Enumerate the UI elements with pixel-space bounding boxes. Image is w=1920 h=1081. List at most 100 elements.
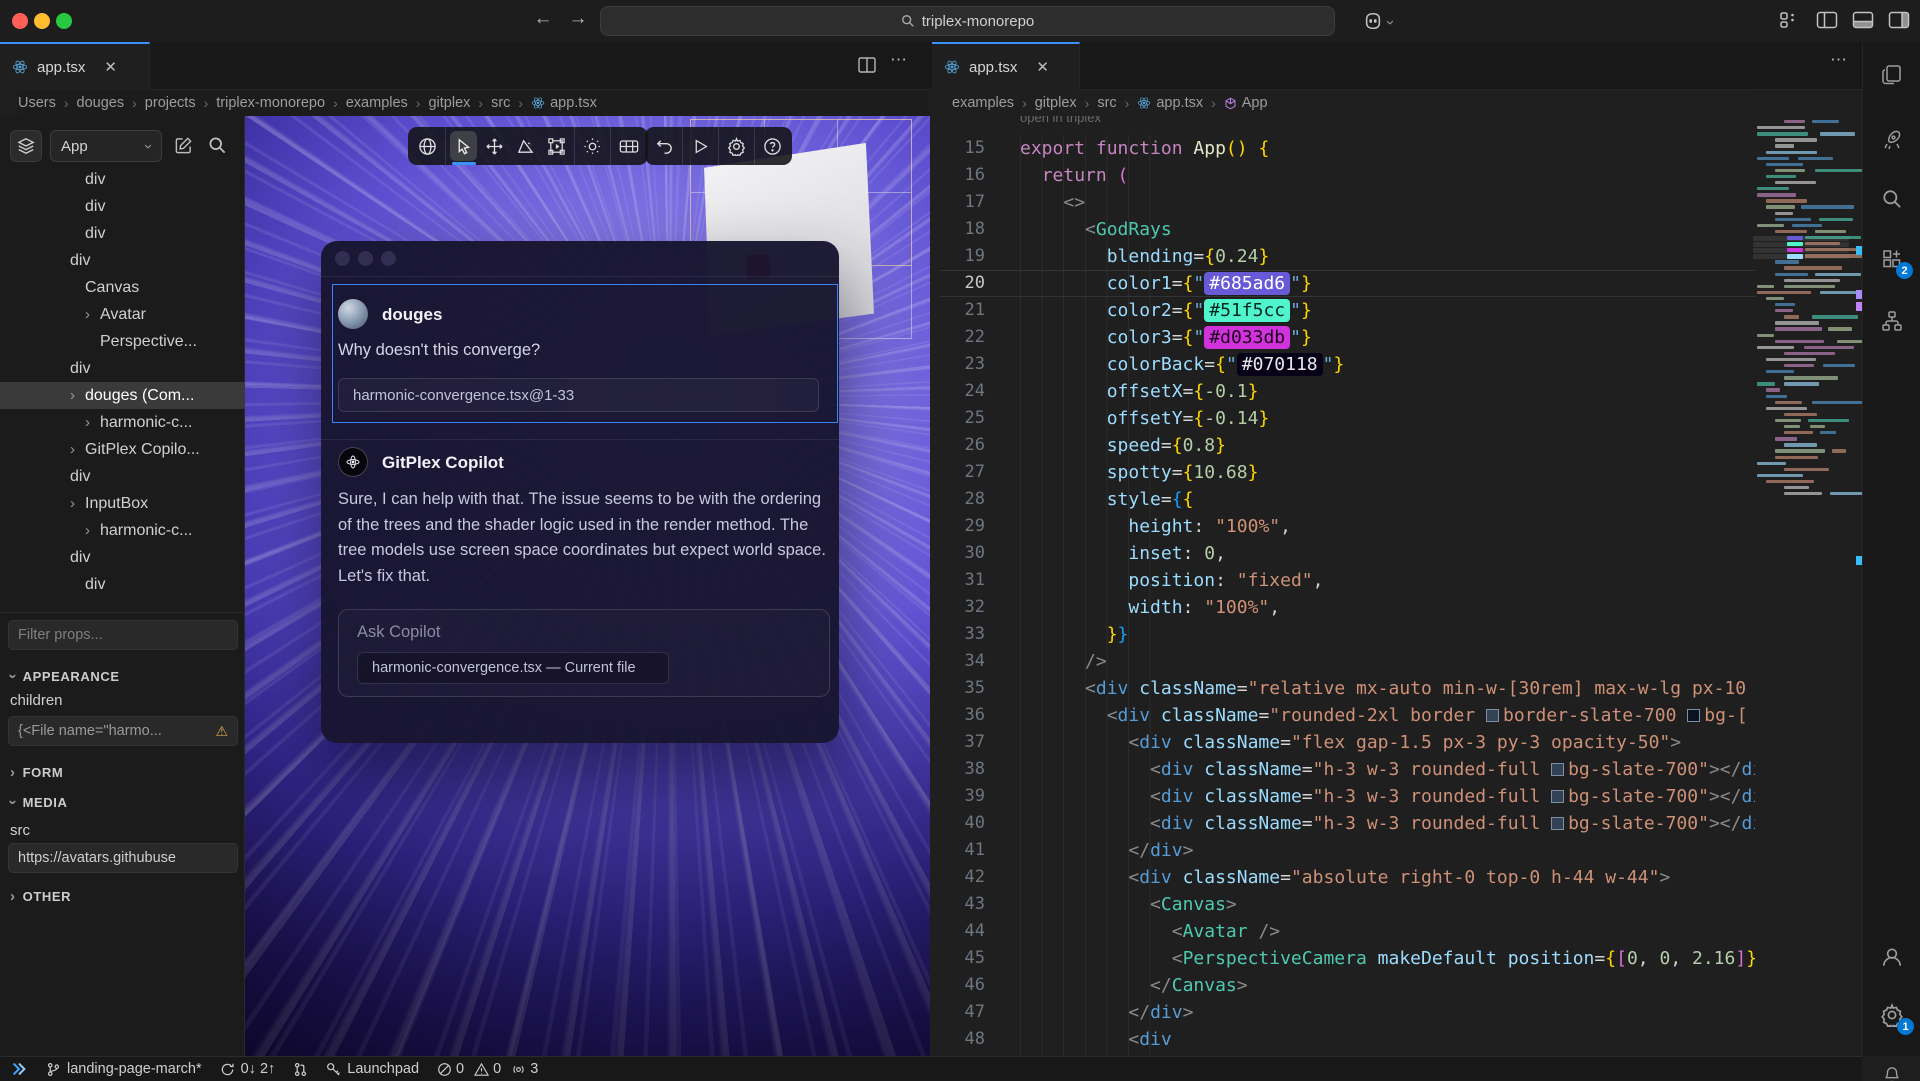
code-line-34[interactable]: 34 />: [930, 648, 1755, 675]
code-line-31[interactable]: 31 position: "fixed",: [930, 567, 1755, 594]
code-line-38[interactable]: 38 <div className="h-3 w-3 rounded-full …: [930, 756, 1755, 783]
tree-item-avatar[interactable]: ›Avatar: [0, 301, 245, 328]
pull-request-item[interactable]: [293, 1062, 308, 1077]
breadcrumb-item[interactable]: src: [1097, 95, 1116, 111]
code-line-47[interactable]: 47 </div>: [930, 999, 1755, 1026]
command-search-bar[interactable]: triplex-monorepo: [600, 6, 1335, 36]
section-form[interactable]: › FORM: [10, 764, 63, 781]
search-icon[interactable]: [1877, 184, 1907, 214]
hierarchy-icon[interactable]: [1877, 306, 1907, 336]
code-line-44[interactable]: 44 <Avatar />: [930, 918, 1755, 945]
toggle-panel-icon[interactable]: [1852, 11, 1874, 29]
settings-gear-icon[interactable]: 1: [1877, 1000, 1907, 1030]
src-prop-input[interactable]: https://avatars.githubuse: [8, 843, 238, 873]
section-appearance[interactable]: › APPEARANCE: [10, 668, 120, 685]
code-line-45[interactable]: 45 <PerspectiveCamera makeDefault positi…: [930, 945, 1755, 972]
code-editor[interactable]: open in triplex 15export function App() …: [930, 116, 1862, 1056]
code-line-27[interactable]: 27 spotty={10.68}: [930, 459, 1755, 486]
more-actions-icon[interactable]: ⋯: [890, 50, 908, 70]
maximize-window-button[interactable]: [56, 13, 72, 29]
code-line-33[interactable]: 33 }}: [930, 621, 1755, 648]
toggle-sidebar-left-icon[interactable]: [1816, 11, 1838, 29]
component-selector[interactable]: App ›: [50, 130, 162, 162]
layout-grid-icon[interactable]: [1779, 11, 1799, 29]
section-other[interactable]: › OTHER: [10, 888, 71, 905]
tree-item-div[interactable]: div: [0, 355, 245, 382]
code-line-20[interactable]: 20 color1={"#685ad6"}: [930, 270, 1755, 297]
code-line-41[interactable]: 41 </div>: [930, 837, 1755, 864]
tree-item-div[interactable]: div: [0, 166, 245, 193]
layers-button[interactable]: [10, 130, 42, 162]
breadcrumb-item[interactable]: App: [1224, 95, 1268, 111]
code-line-39[interactable]: 39 <div className="h-3 w-3 rounded-full …: [930, 783, 1755, 810]
tree-item-harmonic-c[interactable]: ›harmonic-c...: [0, 517, 245, 544]
file-reference-chip[interactable]: harmonic-convergence.tsx@1-33: [338, 378, 819, 412]
code-line-32[interactable]: 32 width: "100%",: [930, 594, 1755, 621]
tree-item-douges-com[interactable]: ›douges (Com...: [0, 382, 245, 409]
hex-color-pill[interactable]: #070118: [1237, 353, 1323, 376]
toggle-sidebar-right-icon[interactable]: [1888, 11, 1910, 29]
back-button[interactable]: ←: [530, 8, 556, 30]
extensions-icon[interactable]: 2: [1877, 244, 1907, 274]
code-line-18[interactable]: 18 <GodRays: [930, 216, 1755, 243]
select-tool-icon[interactable]: [448, 127, 479, 165]
breadcrumb-item[interactable]: app.tsx: [1137, 95, 1203, 111]
scale-tool-icon[interactable]: [510, 127, 541, 165]
code-line-40[interactable]: 40 <div className="h-3 w-3 rounded-full …: [930, 810, 1755, 837]
children-prop-input[interactable]: {<File name="harmo... ⚠: [8, 716, 238, 746]
breadcrumb-item[interactable]: projects: [145, 95, 196, 111]
tab-app-tsx-preview[interactable]: app.tsx ✕: [0, 42, 150, 90]
camera-tool-icon[interactable]: [613, 127, 644, 165]
help-icon[interactable]: [757, 127, 788, 165]
code-line-15[interactable]: 15export function App() {: [930, 135, 1755, 162]
scene-viewport[interactable]: douges Why doesn't this converge? harmon…: [245, 116, 930, 1056]
settings-icon[interactable]: [721, 127, 752, 165]
breadcrumb-item[interactable]: Users: [18, 95, 56, 111]
git-branch-item[interactable]: landing-page-march*: [46, 1061, 202, 1077]
code-line-36[interactable]: 36 <div className="rounded-2xl border bo…: [930, 702, 1755, 729]
code-line-17[interactable]: 17 <>: [930, 189, 1755, 216]
code-line-35[interactable]: 35 <div className="relative mx-auto min-…: [930, 675, 1755, 702]
breadcrumb-item[interactable]: douges: [77, 95, 125, 111]
tree-item-perspective[interactable]: Perspective...: [0, 328, 245, 355]
hex-color-pill[interactable]: #51f5cc: [1204, 299, 1290, 322]
close-icon[interactable]: ✕: [104, 58, 117, 76]
breadcrumb-item[interactable]: triplex-monorepo: [216, 95, 325, 111]
launchpad-item[interactable]: Launchpad: [326, 1061, 419, 1077]
minimize-window-button[interactable]: [34, 13, 50, 29]
hex-color-pill[interactable]: #d033db: [1204, 326, 1290, 349]
code-line-24[interactable]: 24 offsetX={-0.1}: [930, 378, 1755, 405]
undo-icon[interactable]: [649, 127, 680, 165]
tree-item-canvas[interactable]: Canvas: [0, 274, 245, 301]
tree-item-div[interactable]: div: [0, 571, 245, 598]
codelens[interactable]: open in triplex: [1020, 116, 1101, 125]
breadcrumb-item[interactable]: examples: [346, 95, 408, 111]
translate-tool-icon[interactable]: [479, 127, 510, 165]
hex-color-pill[interactable]: #685ad6: [1204, 272, 1290, 295]
tree-item-div[interactable]: div: [0, 544, 245, 571]
edit-component-icon[interactable]: [174, 136, 193, 155]
breadcrumb-item[interactable]: gitplex: [1035, 95, 1077, 111]
minimap[interactable]: [1753, 120, 1853, 540]
play-icon[interactable]: [685, 127, 716, 165]
sync-item[interactable]: 0↓ 2↑: [220, 1061, 276, 1077]
tree-item-div[interactable]: div: [0, 193, 245, 220]
code-line-26[interactable]: 26 speed={0.8}: [930, 432, 1755, 459]
code-line-42[interactable]: 42 <div className="absolute right-0 top-…: [930, 864, 1755, 891]
code-line-25[interactable]: 25 offsetY={-0.14}: [930, 405, 1755, 432]
code-line-16[interactable]: 16 return (: [930, 162, 1755, 189]
pages-icon[interactable]: [1877, 60, 1907, 90]
tree-item-gitplex-copilo[interactable]: ›GitPlex Copilo...: [0, 436, 245, 463]
copilot-icon[interactable]: [1362, 11, 1384, 31]
code-line-23[interactable]: 23 colorBack={"#070118"}: [930, 351, 1755, 378]
section-media[interactable]: › MEDIA: [10, 794, 68, 811]
close-window-button[interactable]: [12, 13, 28, 29]
tree-item-div[interactable]: div: [0, 220, 245, 247]
globe-tool-icon[interactable]: [412, 127, 443, 165]
code-line-46[interactable]: 46 </Canvas>: [930, 972, 1755, 999]
rocket-icon[interactable]: [1877, 124, 1907, 154]
remote-indicator[interactable]: [10, 1060, 28, 1078]
code-line-28[interactable]: 28 style={{: [930, 486, 1755, 513]
transform-tool-icon[interactable]: [541, 127, 572, 165]
more-actions-icon[interactable]: ⋯: [1830, 50, 1848, 70]
